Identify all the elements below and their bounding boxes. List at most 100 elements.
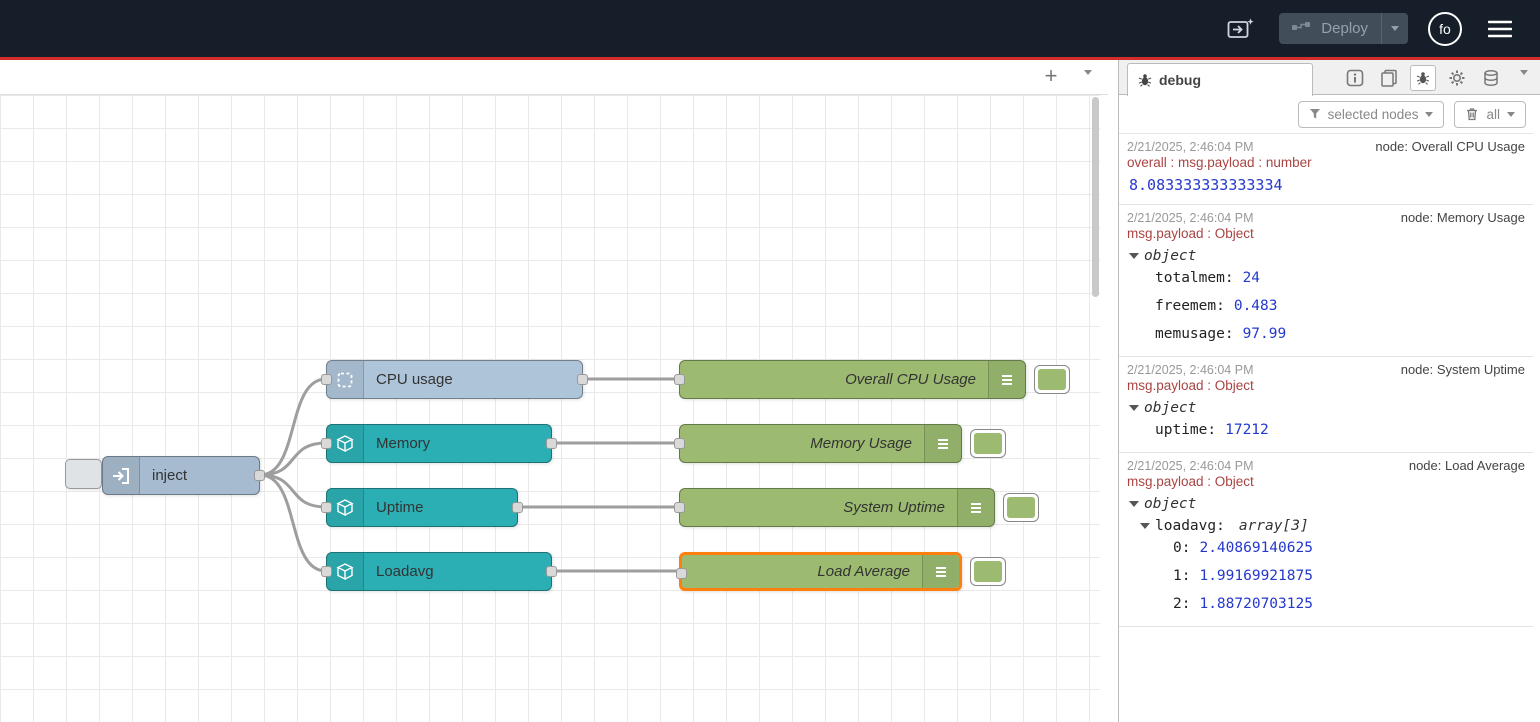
funnel-icon: [1309, 108, 1321, 120]
collapse-triangle-icon[interactable]: [1129, 405, 1139, 411]
message-source-node[interactable]: node: Load Average: [1409, 458, 1525, 473]
chevron-down-icon: [1425, 112, 1433, 117]
node-label: Memory: [364, 425, 551, 462]
inject-arrow-icon: [103, 457, 140, 494]
help-pages-icon[interactable]: [1376, 65, 1402, 91]
avatar-initials: fo: [1439, 21, 1451, 37]
debug-message[interactable]: 2/21/2025, 2:46:04 PM node: Overall CPU …: [1119, 134, 1533, 205]
flow-list-caret[interactable]: [1084, 75, 1092, 93]
array-expander-row[interactable]: loadavg: array[3]: [1127, 512, 1525, 534]
add-flow-button[interactable]: +: [1038, 63, 1064, 89]
message-property: overall : msg.payload : number: [1127, 154, 1525, 170]
debug-enable-toggle[interactable]: [1003, 493, 1039, 522]
input-port[interactable]: [674, 502, 685, 513]
collapse-triangle-icon[interactable]: [1140, 523, 1150, 529]
collapse-triangle-icon[interactable]: [1129, 501, 1139, 507]
filter-nodes-button[interactable]: selected nodes: [1298, 101, 1445, 128]
output-port[interactable]: [512, 502, 523, 513]
wire[interactable]: [260, 443, 326, 475]
entry-value: 97.99: [1243, 326, 1287, 342]
message-value: 8.083333333333334: [1127, 170, 1525, 196]
debug-message-list[interactable]: 2/21/2025, 2:46:04 PM node: Overall CPU …: [1119, 133, 1533, 722]
deploy-options-caret[interactable]: [1381, 13, 1408, 44]
output-port[interactable]: [577, 374, 588, 385]
input-port[interactable]: [321, 438, 332, 449]
array-type-label: array[3]: [1239, 518, 1309, 534]
input-port[interactable]: [321, 566, 332, 577]
debug-tab-icon[interactable]: [1410, 65, 1436, 91]
entry-key: totalmem:: [1155, 270, 1234, 286]
node-label: System Uptime: [680, 489, 957, 526]
node-debug-loadavg[interactable]: Load Average: [679, 552, 962, 591]
array-entry: 2:1.88720703125: [1127, 590, 1525, 618]
bug-icon: [1138, 73, 1152, 87]
toggle-fill: [1007, 497, 1035, 518]
main-menu-icon[interactable]: [1482, 13, 1518, 45]
clear-messages-button[interactable]: all: [1454, 101, 1526, 128]
entry-value: 1.99169921875: [1199, 568, 1313, 584]
entry-value: 0.483: [1234, 298, 1278, 314]
node-debug-overall-cpu[interactable]: Overall CPU Usage: [679, 360, 1026, 399]
chevron-down-icon: [1507, 112, 1515, 117]
node-cpu-usage[interactable]: CPU usage: [326, 360, 583, 399]
tab-debug[interactable]: debug: [1127, 63, 1313, 96]
cube-icon: [327, 425, 364, 462]
object-expander-row[interactable]: object: [1127, 241, 1525, 264]
canvas-vertical-scrollbar[interactable]: [1092, 97, 1099, 297]
trash-icon: [1465, 107, 1479, 121]
output-port[interactable]: [254, 470, 265, 481]
message-property: msg.payload : Object: [1127, 377, 1525, 393]
object-type-label: object: [1144, 400, 1196, 416]
node-debug-uptime[interactable]: System Uptime: [679, 488, 995, 527]
input-port[interactable]: [676, 568, 687, 579]
node-label: inject: [140, 457, 259, 494]
chevron-down-icon: [1084, 70, 1092, 92]
input-port[interactable]: [674, 438, 685, 449]
node-inject[interactable]: inject: [102, 456, 260, 495]
debug-message[interactable]: 2/21/2025, 2:46:04 PM node: Load Average…: [1119, 453, 1533, 627]
node-memory[interactable]: Memory: [326, 424, 552, 463]
debug-enable-toggle[interactable]: [1034, 365, 1070, 394]
node-label: Loadavg: [364, 553, 551, 590]
node-label: Load Average: [682, 555, 922, 588]
debug-message[interactable]: 2/21/2025, 2:46:04 PM node: Memory Usage…: [1119, 205, 1533, 357]
message-timestamp: 2/21/2025, 2:46:04 PM: [1127, 459, 1253, 473]
cube-icon: [327, 553, 364, 590]
context-database-icon[interactable]: [1478, 65, 1504, 91]
output-port[interactable]: [546, 438, 557, 449]
inject-trigger-button[interactable]: [65, 459, 102, 489]
object-expander-row[interactable]: object: [1127, 489, 1525, 512]
wire[interactable]: [260, 475, 326, 507]
debug-enable-toggle[interactable]: [970, 557, 1006, 586]
entry-key: 1:: [1173, 568, 1190, 584]
node-label: Uptime: [364, 489, 517, 526]
debug-enable-toggle[interactable]: [970, 429, 1006, 458]
chevron-down-icon: [1391, 26, 1399, 31]
sidebar-options-caret[interactable]: [1520, 75, 1528, 93]
message-source-node[interactable]: node: System Uptime: [1401, 362, 1525, 377]
node-uptime[interactable]: Uptime: [326, 488, 518, 527]
deploy-button[interactable]: Deploy: [1279, 13, 1408, 44]
array-key: loadavg:: [1155, 518, 1225, 534]
object-entry: uptime:17212: [1127, 416, 1525, 444]
object-expander-row[interactable]: object: [1127, 393, 1525, 416]
entry-value: 2.40869140625: [1199, 540, 1313, 556]
message-source-node[interactable]: node: Memory Usage: [1401, 210, 1525, 225]
collapse-triangle-icon[interactable]: [1129, 253, 1139, 259]
debug-sidebar: debug sel: [1118, 60, 1540, 722]
input-port[interactable]: [321, 502, 332, 513]
cube-icon: [327, 489, 364, 526]
input-port[interactable]: [674, 374, 685, 385]
toggle-fill: [974, 433, 1002, 454]
assistant-icon[interactable]: [1223, 13, 1259, 45]
message-source-node[interactable]: node: Overall CPU Usage: [1375, 139, 1525, 154]
node-loadavg[interactable]: Loadavg: [326, 552, 552, 591]
node-debug-memory[interactable]: Memory Usage: [679, 424, 962, 463]
flow-canvas[interactable]: inject CPU usage Memory Uptime: [0, 95, 1100, 722]
input-port[interactable]: [321, 374, 332, 385]
user-avatar[interactable]: fo: [1428, 12, 1462, 46]
debug-message[interactable]: 2/21/2025, 2:46:04 PM node: System Uptim…: [1119, 357, 1533, 453]
output-port[interactable]: [546, 566, 557, 577]
gear-icon[interactable]: [1444, 65, 1470, 91]
info-icon[interactable]: [1342, 65, 1368, 91]
